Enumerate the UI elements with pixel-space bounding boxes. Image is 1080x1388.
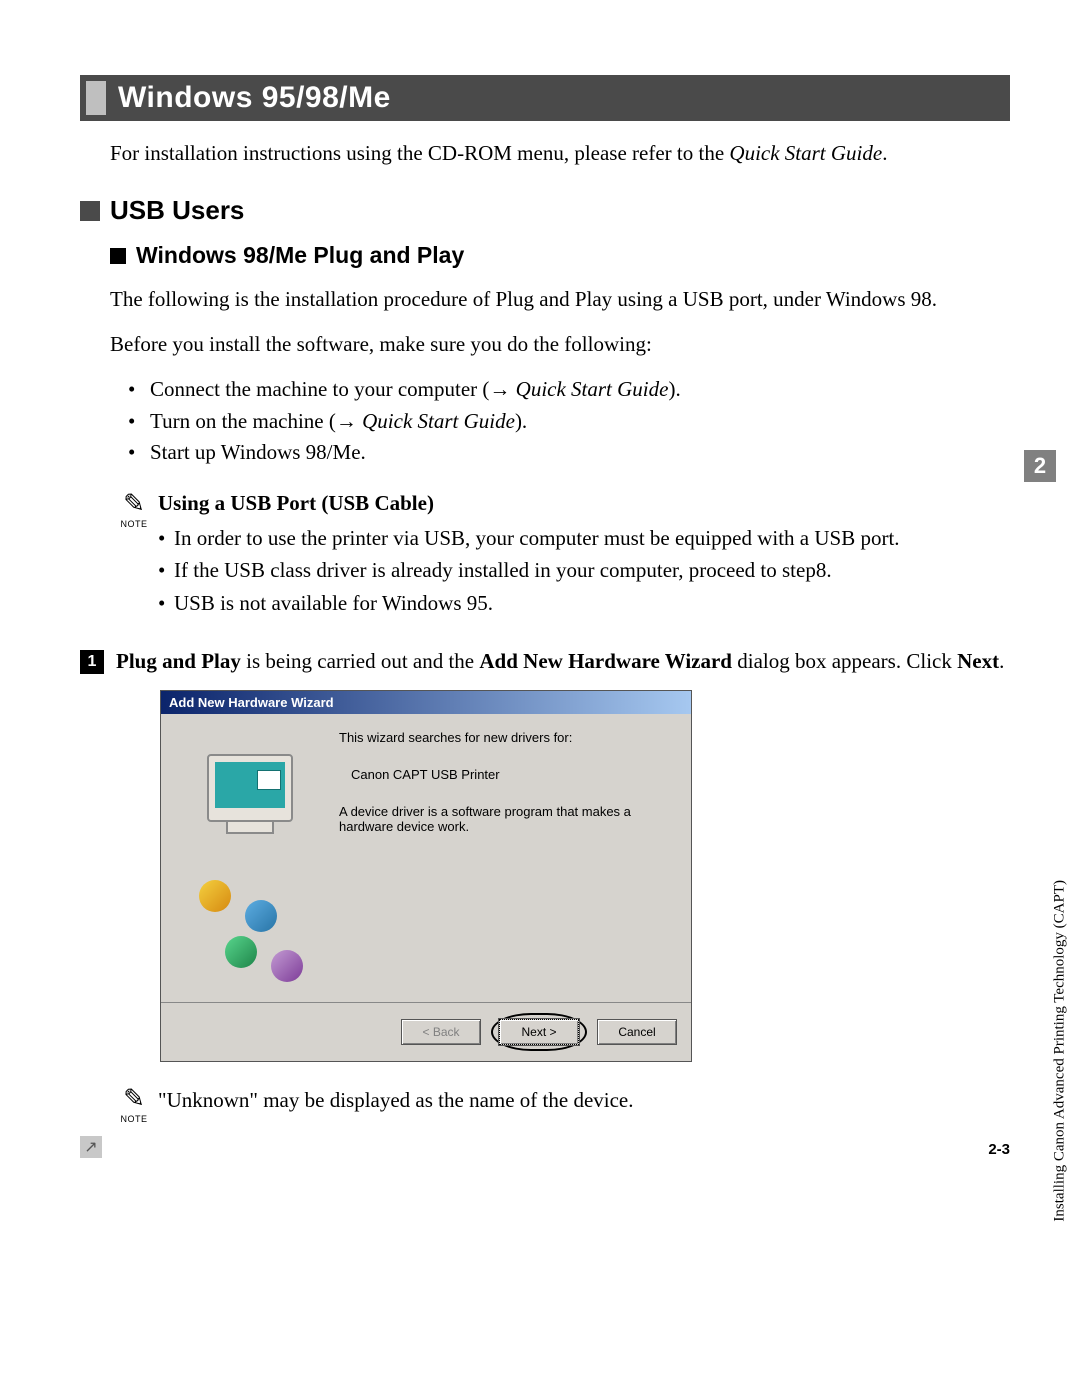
li-ref: Quick Start Guide [516,377,669,401]
step-bold-1: Plug and Play [116,649,241,673]
step-text-2: dialog box appears. Click [732,649,957,673]
note-block-2: ✎ NOTE "Unknown" may be displayed as the… [110,1086,1010,1124]
next-highlight-oval-icon: Next > [491,1013,587,1051]
intro-ref: Quick Start Guide [729,141,882,165]
step-number-badge: 1 [80,650,104,674]
monitor-icon [207,754,293,822]
h3-block-icon [110,248,126,264]
heading-block-icon [86,81,106,115]
dialog-line-2: Canon CAPT USB Printer [339,767,673,782]
note2-text: "Unknown" may be displayed as the name o… [158,1086,1010,1124]
h2-row: USB Users [80,195,1010,226]
dialog-text: This wizard searches for new drivers for… [329,730,673,990]
disc-icon [271,950,303,982]
cancel-button[interactable]: Cancel [597,1019,677,1045]
paragraph-1: The following is the installation proced… [110,285,1010,313]
page-number: 2-3 [988,1141,1010,1158]
li-end: ). [515,409,527,433]
next-button[interactable]: Next > [499,1019,579,1045]
dialog-footer: < Back Next > Cancel [161,1002,691,1061]
dialog-content: This wizard searches for new drivers for… [161,714,691,1002]
li-ref: Quick Start Guide [362,409,515,433]
note-icon-col: ✎ NOTE [110,491,158,620]
h3-text: Windows 98/Me Plug and Play [136,242,464,269]
dialog-titlebar: Add New Hardware Wizard [161,691,691,714]
back-button[interactable]: < Back [401,1019,481,1045]
li-text: Turn on the machine (→ [150,409,362,433]
note-label: NOTE [110,1114,158,1124]
list-item: Start up Windows 98/Me. [128,437,1010,469]
monitor-screen-icon [215,762,285,808]
h2-block-icon [80,201,100,221]
li-text: Connect the machine to your computer (→ [150,377,516,401]
step-body: Plug and Play is being carried out and t… [116,647,1010,675]
list-item: Connect the machine to your computer (→ … [128,374,1010,406]
pencil-icon: ✎ [110,491,158,517]
side-running-title: Installing Canon Advanced Printing Techn… [1052,880,1069,1222]
note-icon-col: ✎ NOTE [110,1086,158,1124]
prereq-list: Connect the machine to your computer (→ … [128,374,1010,469]
monitor-window-icon [257,770,281,790]
note-list: In order to use the printer via USB, you… [158,522,1010,620]
dialog-line-1: This wizard searches for new drivers for… [339,730,673,745]
note-label: NOTE [110,519,158,529]
step-1: 1 Plug and Play is being carried out and… [80,647,1010,675]
note-body: Using a USB Port (USB Cable) In order to… [158,491,1010,620]
chapter-tab: 2 [1024,450,1056,482]
step-text-3: . [999,649,1004,673]
paragraph-2: Before you install the software, make su… [110,330,1010,358]
return-arrow-icon[interactable]: ↗ [80,1136,102,1158]
intro-paragraph: For installation instructions using the … [110,139,1010,167]
list-item: If the USB class driver is already insta… [158,554,1010,587]
h3-row: Windows 98/Me Plug and Play [110,242,1010,269]
disc-icon [225,936,257,968]
step-text-1: is being carried out and the [241,649,480,673]
intro-text: For installation instructions using the … [110,141,729,165]
note-title: Using a USB Port (USB Cable) [158,491,1010,516]
step-bold-3: Next [957,649,999,673]
h2-text: USB Users [110,195,244,226]
dialog-graphic [179,730,329,990]
list-item: USB is not available for Windows 95. [158,587,1010,620]
dialog-line-3: A device driver is a software program th… [339,804,673,834]
pencil-icon: ✎ [110,1086,158,1112]
main-heading-text: Windows 95/98/Me [118,81,391,115]
note-block: ✎ NOTE Using a USB Port (USB Cable) In o… [110,491,1010,620]
disc-icon [245,900,277,932]
step-bold-2: Add New Hardware Wizard [479,649,732,673]
disc-icon [199,880,231,912]
list-item: Turn on the machine (→ Quick Start Guide… [128,406,1010,438]
add-hardware-wizard-dialog: Add New Hardware Wizard This wizard sear… [160,690,692,1062]
intro-end: . [882,141,887,165]
li-end: ). [668,377,680,401]
main-heading: Windows 95/98/Me [80,75,1010,121]
list-item: In order to use the printer via USB, you… [158,522,1010,555]
